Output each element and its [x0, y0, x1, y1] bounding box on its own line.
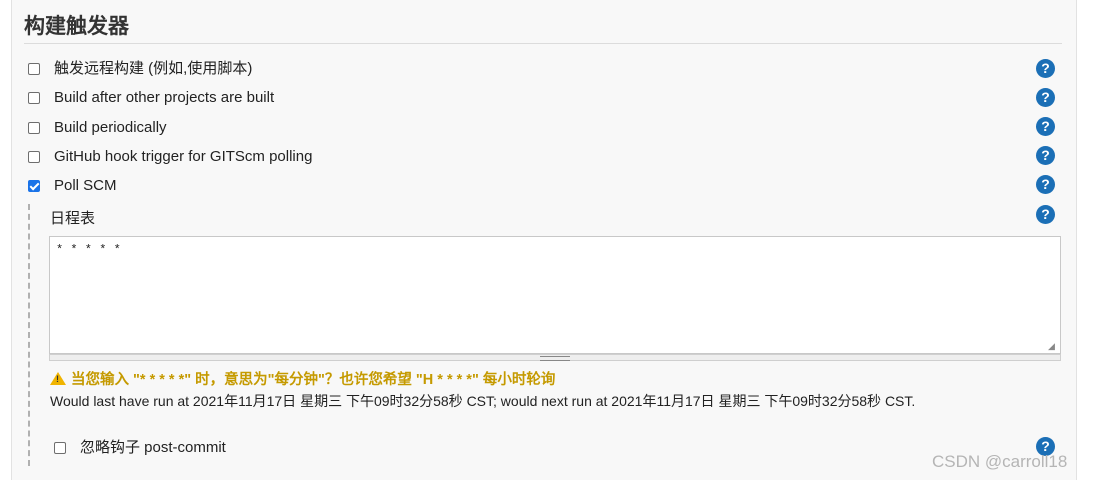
- section-title: 构建触发器: [24, 15, 129, 38]
- trigger-periodically-label: Build periodically: [54, 119, 167, 136]
- trigger-after-projects[interactable]: Build after other projects are built: [28, 88, 1058, 110]
- trigger-github-hook-label: GitHub hook trigger for GITScm polling: [54, 148, 313, 165]
- trigger-after-projects-label: Build after other projects are built: [54, 89, 275, 106]
- help-icon[interactable]: ?: [1036, 175, 1055, 194]
- schedule-label: 日程表: [50, 210, 96, 227]
- checkbox-after-projects[interactable]: [28, 92, 40, 104]
- help-icon[interactable]: ?: [1036, 88, 1055, 107]
- help-icon[interactable]: ?: [1036, 59, 1055, 78]
- nested-section-guide: [28, 204, 30, 466]
- trigger-remote-label: 触发远程构建 (例如,使用脚本): [54, 60, 253, 77]
- schedule-textarea[interactable]: * * * * *: [49, 236, 1061, 354]
- run-info-text: Would last have run at 2021年11月17日 星期三 下…: [50, 393, 916, 409]
- warning-mark: !: [56, 374, 59, 384]
- checkbox-github-hook[interactable]: [28, 151, 40, 163]
- resize-grip-icon: [540, 356, 570, 361]
- resize-corner-icon[interactable]: ◢: [1048, 341, 1058, 351]
- checkbox-periodically[interactable]: [28, 122, 40, 134]
- checkbox-poll-scm[interactable]: [28, 180, 40, 192]
- title-divider: [24, 43, 1062, 44]
- ignore-post-commit[interactable]: 忽略钩子 post-commit: [54, 438, 954, 460]
- checkbox-remote-trigger[interactable]: [28, 63, 40, 75]
- trigger-periodically[interactable]: Build periodically: [28, 118, 1058, 140]
- watermark: CSDN @carroll18: [932, 452, 1068, 471]
- textarea-resize-handle[interactable]: [49, 354, 1061, 361]
- schedule-warning: ! 当您输入 "* * * * *" 时，意思为"每分钟"？也许您希望 "H * …: [50, 368, 555, 389]
- trigger-github-hook[interactable]: GitHub hook trigger for GITScm polling: [28, 147, 1058, 169]
- warning-icon: !: [50, 372, 66, 385]
- trigger-poll-scm[interactable]: Poll SCM: [28, 176, 1058, 198]
- help-icon[interactable]: ?: [1036, 146, 1055, 165]
- trigger-poll-scm-label: Poll SCM: [54, 177, 117, 194]
- warning-text: 当您输入 "* * * * *" 时，意思为"每分钟"？也许您希望 "H * *…: [71, 372, 556, 388]
- help-icon[interactable]: ?: [1036, 205, 1055, 224]
- checkbox-ignore-post-commit[interactable]: [54, 442, 66, 454]
- ignore-post-commit-label: 忽略钩子 post-commit: [80, 439, 226, 456]
- trigger-remote[interactable]: 触发远程构建 (例如,使用脚本): [28, 59, 1058, 81]
- help-icon[interactable]: ?: [1036, 117, 1055, 136]
